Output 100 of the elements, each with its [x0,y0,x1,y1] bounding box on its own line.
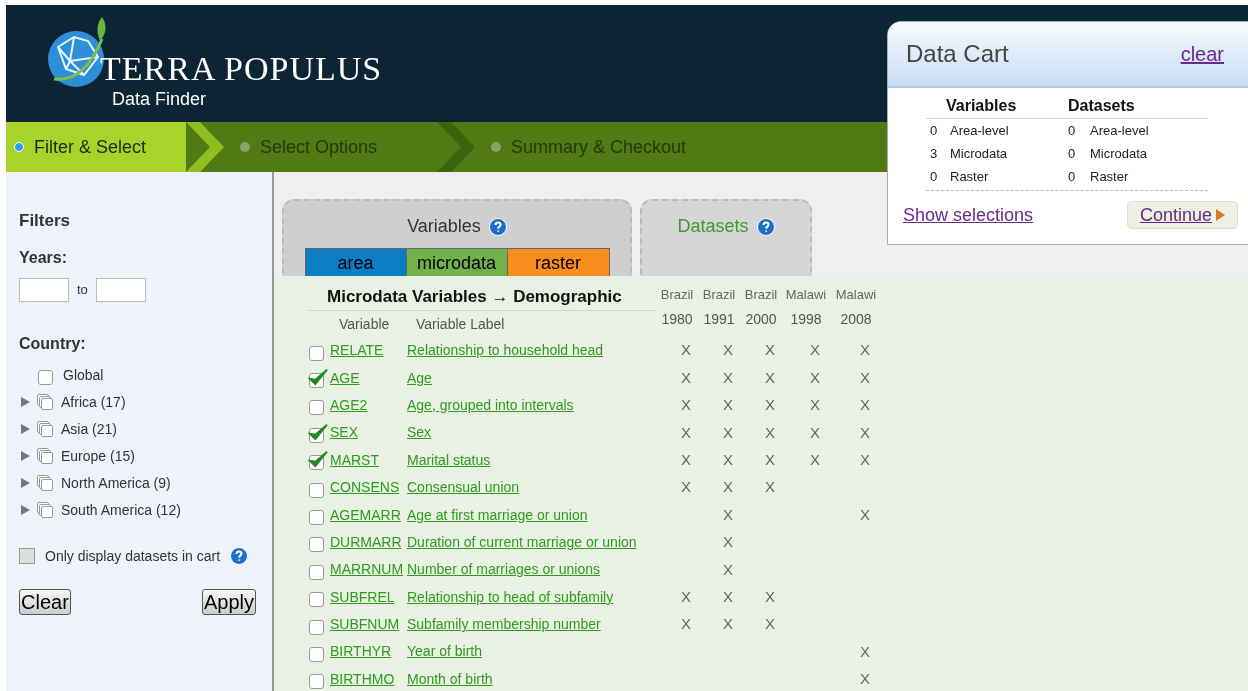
availability-mark: X [859,367,871,388]
checkbox[interactable] [37,502,55,518]
variable-link[interactable]: SEX [330,424,358,441]
country-option[interactable]: North America (9) [61,472,171,494]
availability-mark: X [764,340,776,361]
variable-label-link[interactable]: Age at first marriage or union [407,504,588,526]
checkbox[interactable] [37,448,55,464]
step-tab[interactable]: Summary & Checkout [483,122,743,172]
cart-count: 0 [929,167,939,186]
filter-button[interactable]: Clear [19,588,71,615]
step-tab[interactable]: Select Options [232,122,437,172]
years-label: Years: [19,247,69,268]
variable-link[interactable]: CONSENS [330,479,400,496]
year-input[interactable] [19,277,69,302]
availability-mark: X [722,614,734,635]
cart-item-label: Area-level [1090,121,1149,140]
variable-label-link[interactable]: Subfamily membership number [407,614,601,636]
tab-label[interactable]: Datasets [677,213,749,240]
variable-link[interactable]: MARST [330,451,379,468]
cart-count: 0 [929,121,939,140]
year-input[interactable] [95,277,146,302]
variable-label-link[interactable]: Relationship to household head [407,340,604,362]
variable-label-link[interactable]: Consensual union [407,477,520,499]
variable-link[interactable]: SUBFNUM [330,616,400,633]
variable-type-button[interactable]: microdata [406,249,508,277]
to-label: to [77,280,88,299]
tab[interactable]: Variables area microdata raster [282,199,632,276]
variable-link[interactable]: BIRTHYR [330,643,392,660]
help-icon[interactable] [756,217,775,236]
tab-label[interactable]: Variables [407,213,481,240]
variable-label-link[interactable]: Age, grouped into intervals [407,394,574,416]
variable-link[interactable]: AGE2 [330,396,368,413]
cart-count: 0 [1068,121,1077,140]
step-tab[interactable]: Filter & Select [6,122,186,172]
variable-link[interactable]: SUBFREL [330,588,395,605]
cart-column-header: Variables [945,96,1018,116]
variable-label-link[interactable]: Duration of current marriage or union [407,531,637,553]
app-subtitle: Data Finder [112,89,208,109]
country-option[interactable]: Asia (21) [61,418,118,440]
availability-mark: X [680,586,692,607]
help-icon[interactable] [230,547,249,565]
checkbox[interactable] [37,475,55,491]
variable-link[interactable]: AGEMARR [330,506,401,523]
variable-label-link[interactable]: Year of birth [407,641,482,663]
variable-link[interactable]: RELATE [330,342,384,359]
availability-mark: X [722,532,734,553]
variable-label-link[interactable]: Relationship to head of subfamily [407,586,614,608]
expand-arrow-icon[interactable] [21,397,30,407]
availability-mark: X [680,614,692,635]
variable-label-link[interactable]: Marital status [407,449,491,471]
availability-mark: X [764,367,776,388]
expand-arrow-icon[interactable] [21,451,30,461]
availability-mark: X [680,477,692,498]
variable-link[interactable]: MARRNUM [330,561,404,578]
variable-label-link[interactable]: Age [407,367,432,389]
column-header: Brazil [743,286,779,305]
column-header: 1991 [702,309,736,329]
checkbox[interactable] [308,368,328,389]
availability-mark: X [722,586,734,607]
country-option[interactable]: Global [63,364,104,386]
availability-mark: X [722,422,734,443]
variable-label-link[interactable]: Month of birth [407,668,493,690]
expand-arrow-icon[interactable] [21,505,30,515]
clear-link[interactable]: clear [1180,39,1224,69]
variable-type-button[interactable]: raster [507,249,609,277]
checkbox[interactable] [37,394,55,410]
availability-mark: X [722,367,734,388]
variable-link[interactable]: BIRTHMO [330,670,395,687]
arrow-icon [1216,209,1225,221]
column-header: 2008 [839,309,873,329]
checkbox[interactable] [37,421,55,437]
help-icon[interactable] [488,217,507,236]
checkbox[interactable] [19,548,35,564]
availability-mark: X [859,422,871,443]
variable-type-button[interactable]: area [305,249,407,277]
expand-arrow-icon[interactable] [21,478,30,488]
variable-link[interactable]: DURMARR [330,533,402,550]
column-header: Variable Label [416,314,505,334]
checkbox[interactable] [308,422,328,443]
country-option[interactable]: South America (12) [61,499,181,521]
show-selections-link[interactable]: Show selections [903,201,1034,229]
availability-mark: X [722,559,734,580]
availability-mark: X [764,450,776,470]
expand-arrow-icon[interactable] [21,424,30,434]
continue-button[interactable]: Continue [1126,201,1238,229]
variable-label-link[interactable]: Number of marriages or unions [407,559,600,581]
country-label: Country: [19,333,87,354]
cart-count: 0 [1068,167,1077,186]
checkbox[interactable] [308,450,328,471]
availability-mark: X [764,422,776,443]
country-option[interactable]: Europe (15) [61,445,135,467]
filter-button[interactable]: Apply [201,588,256,615]
column-header: Brazil [659,286,695,305]
country-option[interactable]: Africa (17) [61,391,126,413]
variable-label-link[interactable]: Sex [407,422,432,444]
variable-link[interactable]: AGE [330,369,360,386]
tab[interactable]: Datasets [640,199,812,276]
availability-mark: X [722,504,734,525]
column-header: Malawi [784,286,828,305]
cart-count: 0 [1068,144,1077,163]
